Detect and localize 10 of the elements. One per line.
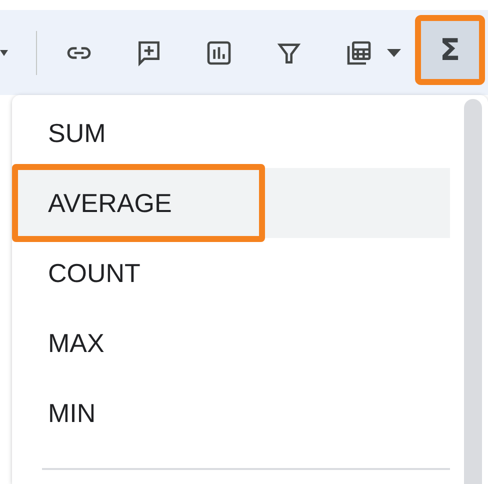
chart-icon[interactable]	[205, 38, 233, 66]
menu-item[interactable]: MIN	[12, 378, 450, 448]
caret-icon[interactable]	[0, 50, 8, 56]
caret-icon[interactable]	[387, 48, 401, 56]
calculator-icon[interactable]	[345, 38, 373, 66]
sum-button[interactable]: Σ	[415, 15, 485, 85]
menu-item[interactable]: MAX	[12, 308, 450, 378]
menu-item[interactable]: COUNT	[12, 238, 450, 308]
scrollbar[interactable]	[464, 99, 482, 484]
menu-item[interactable]: SUM	[12, 98, 450, 168]
